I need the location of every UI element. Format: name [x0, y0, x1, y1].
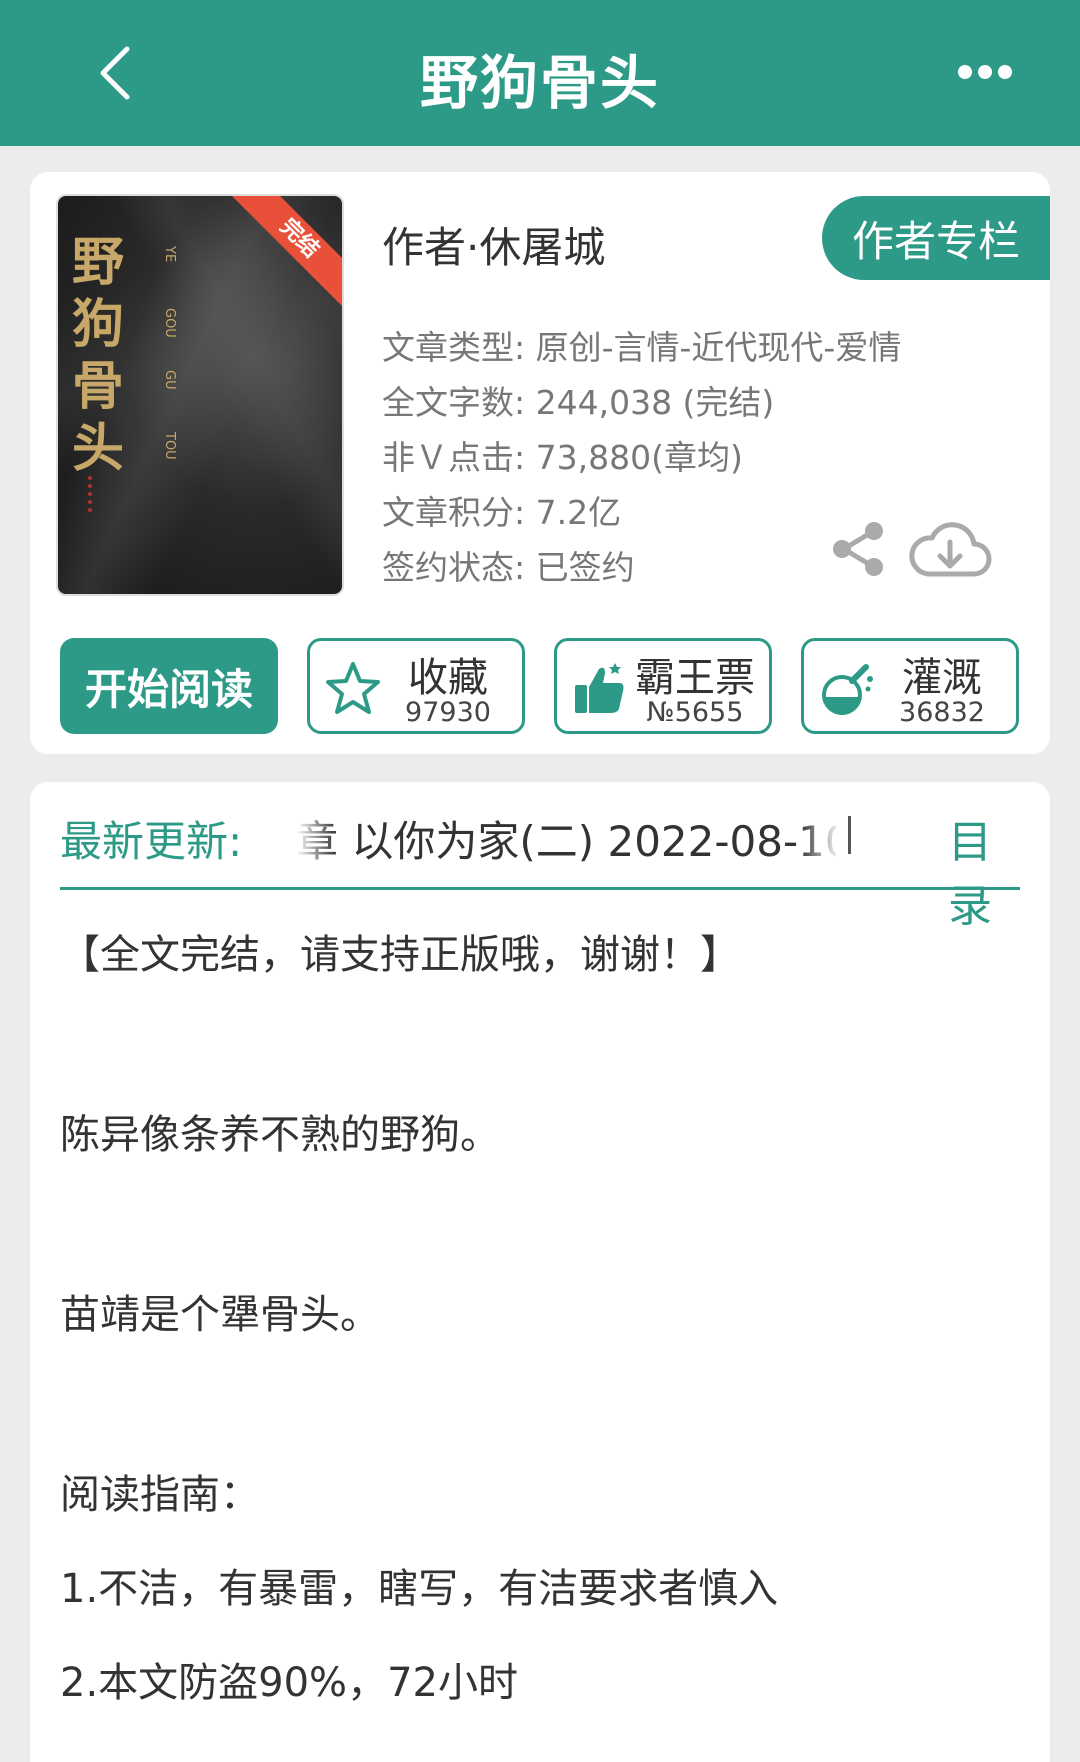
book-info-card: 野 狗 骨 头 YE GOU GU TOU 完结 作者·休屠城 作者专栏 文章类…: [30, 172, 1050, 754]
page-title: 野狗骨头: [419, 49, 660, 117]
chevron-left-icon: [100, 46, 130, 100]
top-bar: 野狗骨头: [0, 0, 1080, 146]
book-cover[interactable]: 野 狗 骨 头 YE GOU GU TOU 完结: [56, 194, 344, 596]
synopsis-line: 苗靖是个犟骨头。: [60, 1292, 380, 1338]
ticket-button[interactable]: 霸王票 №5655: [554, 638, 772, 734]
cover-title-char: 野: [72, 232, 125, 293]
cover-pinyin-text: GU: [162, 370, 177, 390]
nutrient-label: 灌溉: [902, 655, 982, 701]
book-meta: 文章类型: 原创-言情-近代现代-爱情 全文字数: 244,038 (完结) 非…: [382, 320, 902, 595]
book-description-card: 最新更新: 章 以你为家(二) 2022-08-10 目录 【全文完结，请支持正…: [30, 782, 1050, 1762]
nutrient-button[interactable]: 灌溉 36832: [801, 638, 1019, 734]
author-column-button[interactable]: 作者专栏: [822, 196, 1050, 280]
meta-type: 文章类型: 原创-言情-近代现代-爱情: [382, 328, 902, 367]
nutrient-count: 36832: [899, 697, 985, 728]
share-button[interactable]: [830, 520, 888, 578]
cover-pinyin-text: GOU: [162, 308, 177, 338]
cover-pinyin-text: YE: [162, 246, 177, 263]
synopsis-line: 阅读指南：: [60, 1472, 260, 1518]
synopsis-line: 【全文完结，请支持正版哦，谢谢！】: [60, 932, 740, 978]
cover-pinyin: YE GOU GU TOU: [138, 246, 177, 494]
more-dots-icon: [958, 65, 1012, 79]
cover-decoration: [88, 476, 92, 512]
synopsis-line: 陈异像条养不熟的野狗。: [60, 1112, 500, 1158]
meta-word-count: 全文字数: 244,038 (完结): [382, 383, 775, 422]
download-button[interactable]: [908, 516, 992, 582]
cover-title-char: 头: [72, 418, 125, 479]
more-options-button[interactable]: [950, 52, 1020, 92]
collect-button[interactable]: 收藏 97930: [307, 638, 525, 734]
back-button[interactable]: [80, 38, 150, 108]
ticket-count: №5655: [646, 697, 744, 728]
ticket-label: 霸王票: [635, 655, 755, 701]
synopsis-line: 1.不洁，有暴雷，瞎写，有洁要求者慎入: [60, 1566, 779, 1612]
latest-update-bar: 最新更新: 章 以你为家(二) 2022-08-10 目录: [60, 782, 1020, 932]
meta-clicks: 非Ｖ点击: 73,880(章均): [382, 438, 743, 477]
meta-contract: 签约状态: 已签约: [382, 548, 635, 587]
divider: [848, 816, 851, 854]
synopsis-line: 2.本文防盗90%，72小时: [60, 1660, 518, 1706]
marquee-fade-right: [800, 802, 840, 872]
cover-title: 野 狗 骨 头: [72, 232, 142, 480]
meta-score: 文章积分: 7.2亿: [382, 493, 622, 532]
table-of-contents-link[interactable]: 目录: [948, 806, 1020, 934]
collect-label: 收藏: [408, 655, 488, 701]
collect-count: 97930: [405, 697, 491, 728]
cloud-download-icon: [909, 522, 992, 577]
share-icon: [833, 522, 883, 576]
cover-title-char: 骨: [72, 356, 125, 417]
cover-title-char: 狗: [72, 294, 125, 355]
latest-chapter-link[interactable]: 章 以你为家(二) 2022-08-10: [296, 808, 836, 869]
cover-pinyin-text: TOU: [162, 432, 177, 460]
marquee-fade-left: [296, 802, 336, 872]
author-name[interactable]: 作者·休屠城: [382, 214, 605, 275]
latest-update-label: 最新更新:: [60, 817, 243, 866]
start-reading-button[interactable]: 开始阅读: [60, 638, 278, 734]
